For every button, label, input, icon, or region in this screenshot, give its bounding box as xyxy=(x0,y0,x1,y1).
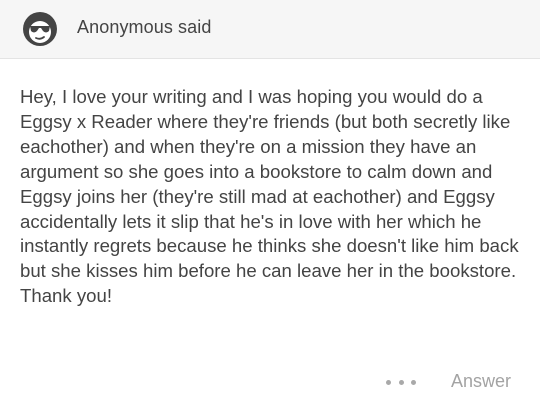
ask-header: Anonymous said xyxy=(0,0,540,59)
dot xyxy=(411,379,416,385)
dot xyxy=(386,379,391,385)
asker-name: Anonymous said xyxy=(77,17,212,37)
anonymous-avatar-icon xyxy=(22,11,58,47)
dot xyxy=(398,379,404,385)
ask-question-text: Hey, I love your writing and I was hopin… xyxy=(20,86,519,307)
more-options-ellipsis-icon[interactable] xyxy=(386,371,416,393)
answer-button[interactable]: Answer xyxy=(451,371,511,392)
